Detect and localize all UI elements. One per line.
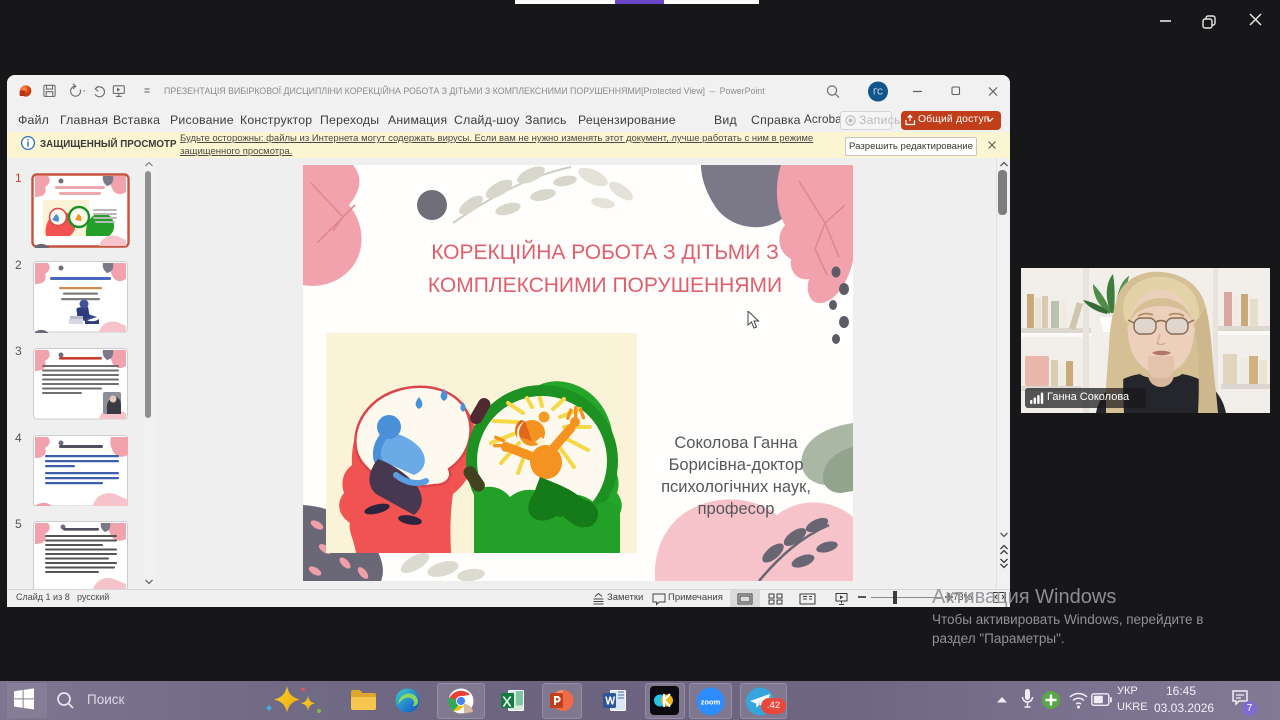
svg-text:ГС: ГС	[873, 88, 883, 97]
svg-text:zoom: zoom	[701, 698, 721, 707]
